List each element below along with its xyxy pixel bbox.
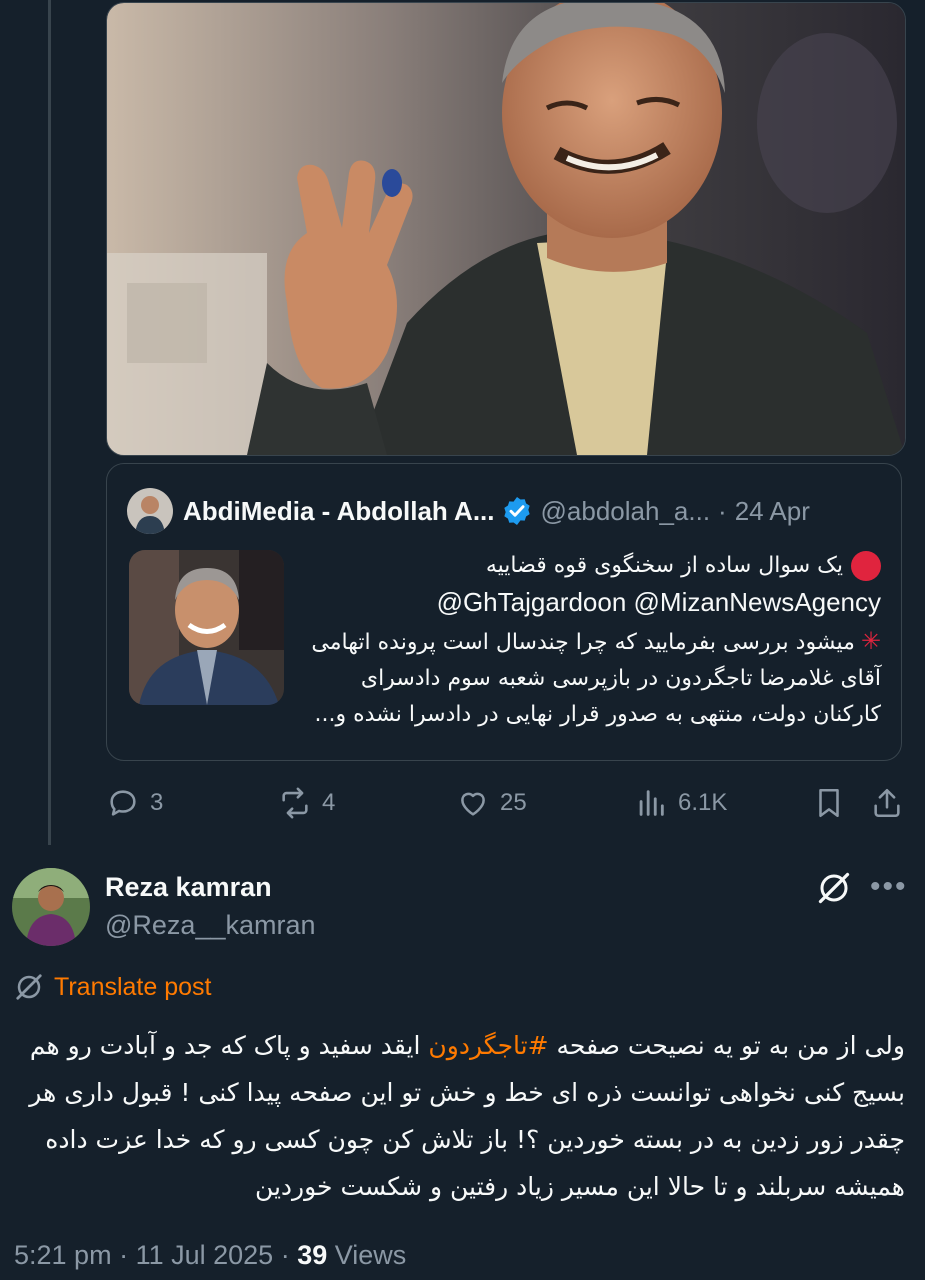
anger-symbol-icon: ✳: [860, 627, 881, 655]
quoted-author-name[interactable]: AbdiMedia - Abdollah A...: [183, 496, 495, 527]
more-icon[interactable]: •••: [870, 870, 908, 904]
like-icon: [461, 792, 485, 816]
hashtag-link[interactable]: #تاجگردون: [428, 1031, 548, 1060]
post-timestamp: 5:21 pm · 11 Jul 2025 · 39 Views: [14, 1240, 407, 1270]
views-button[interactable]: 6.1K: [634, 786, 727, 820]
like-button[interactable]: 25: [456, 786, 527, 820]
reply-count: 3: [150, 789, 164, 816]
author-handle[interactable]: @Reza__kamran: [105, 910, 316, 941]
quoted-author-handle: @abdolah_a...: [540, 495, 711, 526]
views-number: 39: [297, 1240, 328, 1270]
repost-button[interactable]: 4: [278, 786, 335, 820]
photo-illustration: [107, 3, 905, 455]
dot-separator: ·: [718, 495, 727, 526]
thread-connector-line: [48, 0, 51, 845]
quoted-post-thumbnail[interactable]: [129, 550, 284, 705]
like-count: 25: [500, 789, 527, 816]
views-count: 6.1K: [678, 789, 728, 816]
quoted-line-4: آقای غلامرضا تاجگردون در بازپرسی شعبه سو…: [360, 666, 881, 691]
views-icon: [639, 790, 664, 816]
red-circle-icon: [851, 551, 881, 581]
share-icon: [874, 788, 900, 818]
quoted-mentions[interactable]: @GhTajgardoon @MizanNewsAgency: [437, 587, 881, 617]
translate-label: Translate post: [54, 972, 212, 1001]
repost-icon: [282, 787, 308, 819]
avatar[interactable]: [12, 868, 90, 946]
quoted-post-card[interactable]: AbdiMedia - Abdollah A... @abdolah_a... …: [106, 463, 902, 761]
repost-count: 4: [322, 789, 336, 816]
quoted-post-header: AbdiMedia - Abdollah A... @abdolah_a... …: [127, 486, 881, 536]
post-date[interactable]: 11 Jul 2025: [136, 1240, 274, 1270]
quoted-line-5: کارکنان دولت، منتهی به صدور قرار نهایی د…: [314, 702, 881, 727]
post-media-image[interactable]: [106, 2, 906, 456]
post-action-bar: 3 4 25 6.1K: [106, 786, 904, 830]
translate-icon: [16, 974, 42, 1000]
quoted-line-3: میشود بررسی بفرمایید که چرا چندسال است پ…: [311, 630, 855, 655]
quoted-line-1: یک سوال ساده از سخنگوی قوه قضاییه: [485, 553, 843, 578]
quoted-post-date[interactable]: 24 Apr: [735, 496, 810, 527]
bookmark-button[interactable]: [812, 786, 856, 820]
post-time[interactable]: 5:21 pm: [14, 1240, 112, 1270]
reply-button[interactable]: 3: [106, 786, 163, 820]
quoted-post-text: یک سوال ساده از سخنگوی قوه قضاییه @GhTaj…: [302, 548, 881, 733]
quoted-author-avatar[interactable]: [127, 488, 173, 534]
post-text-before: ولی از من به تو یه نصیحت صفحه: [548, 1031, 905, 1060]
post-text: ولی از من به تو یه نصیحت صفحه #تاجگردون …: [18, 1022, 905, 1210]
share-button[interactable]: [870, 786, 914, 820]
translate-post-link[interactable]: Translate post: [14, 972, 211, 1002]
views-label: Views: [334, 1240, 407, 1270]
verified-badge-icon: [503, 497, 530, 525]
grok-icon[interactable]: [816, 870, 852, 906]
reply-icon: [110, 790, 136, 816]
bookmark-icon: [819, 788, 839, 818]
author-name[interactable]: Reza kamran: [105, 872, 272, 903]
